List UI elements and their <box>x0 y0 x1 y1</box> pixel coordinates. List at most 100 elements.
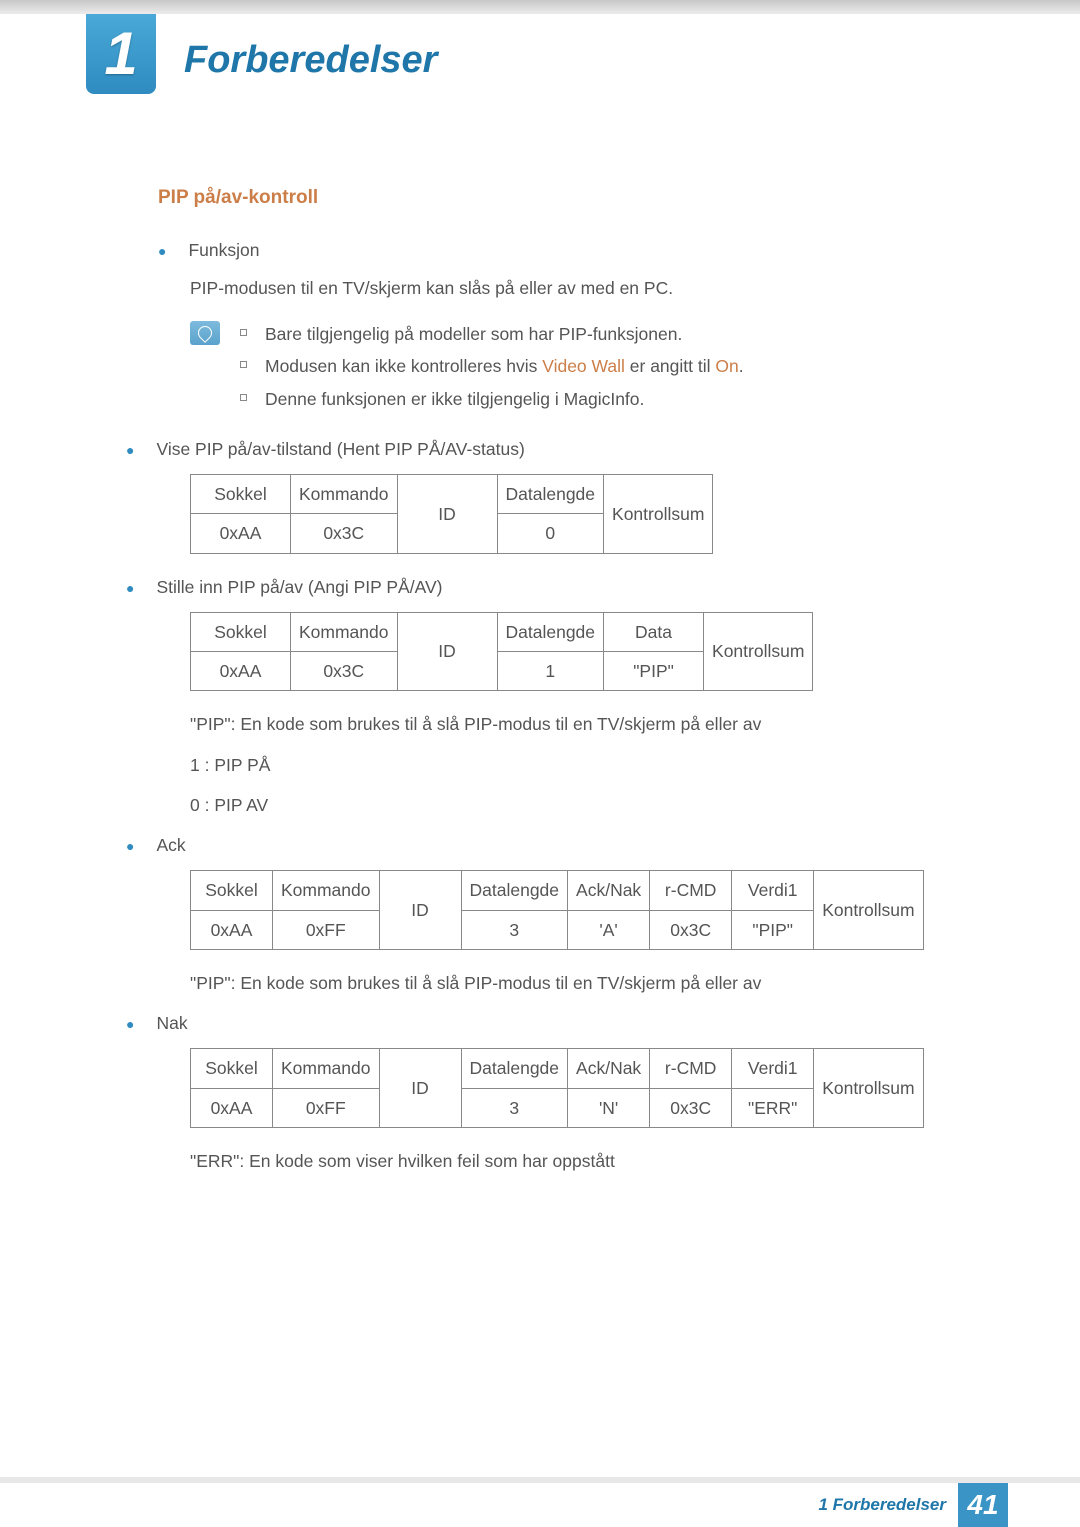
table-row: 0xAA 0xFF 3 'A' 0x3C "PIP" <box>191 910 924 949</box>
note-item-2: Modusen kan ikke kontrolleres hvis Video… <box>240 353 744 379</box>
td-acknak: 'A' <box>568 910 650 949</box>
bullet-dot-icon: ● <box>126 1014 134 1035</box>
chapter-title: Forberedelser <box>184 14 437 89</box>
bullet-nak: ● Nak <box>126 1010 970 1036</box>
th-kontrollsum: Kontrollsum <box>604 475 713 554</box>
note-item-1: Bare tilgjengelig på modeller som har PI… <box>240 321 744 347</box>
th-kontrollsum: Kontrollsum <box>814 871 923 950</box>
td-kommando: 0xFF <box>273 910 380 949</box>
th-kommando: Kommando <box>273 871 380 910</box>
bullet-stille: ● Stille inn PIP på/av (Angi PIP PÅ/AV) <box>126 574 970 600</box>
table-nak: Sokkel Kommando ID Datalengde Ack/Nak r-… <box>190 1048 924 1128</box>
table-row: Sokkel Kommando ID Datalengde Ack/Nak r-… <box>191 871 924 910</box>
n2c: er angitt til <box>625 356 715 376</box>
td-verdi1: "PIP" <box>732 910 814 949</box>
ack-label: Ack <box>156 832 185 858</box>
td-data: "PIP" <box>604 652 704 691</box>
th-rcmd: r-CMD <box>650 871 732 910</box>
th-sokkel: Sokkel <box>191 871 273 910</box>
th-datalengde: Datalengde <box>497 612 604 651</box>
th-datalengde: Datalengde <box>497 475 604 514</box>
td-verdi1: "ERR" <box>732 1088 814 1127</box>
pip-on: 1 : PIP PÅ <box>190 752 970 778</box>
pip-desc: "PIP": En kode som brukes til å slå PIP-… <box>190 711 970 737</box>
bullet-dot-icon: ● <box>126 578 134 599</box>
td-kommando: 0x3C <box>291 514 398 553</box>
bullet-dot-icon: ● <box>126 440 134 461</box>
th-datalengde: Datalengde <box>461 1049 568 1088</box>
th-kommando: Kommando <box>291 612 398 651</box>
vise-text: Vise PIP på/av-tilstand (Hent PIP PÅ/AV-… <box>156 436 524 462</box>
err-desc: "ERR": En kode som viser hvilken feil so… <box>190 1148 970 1174</box>
th-acknak: Ack/Nak <box>568 871 650 910</box>
th-acknak: Ack/Nak <box>568 1049 650 1088</box>
header: 1 Forberedelser <box>0 14 1080 114</box>
n2b: Video Wall <box>542 356 625 376</box>
td-datalengde: 0 <box>497 514 604 553</box>
note-2-text: Modusen kan ikke kontrolleres hvis Video… <box>265 353 744 379</box>
n2e: . <box>739 356 744 376</box>
content: PIP på/av-kontroll ● Funksjon PIP-moduse… <box>0 114 1080 1477</box>
th-datalengde: Datalengde <box>461 871 568 910</box>
bullet-vise: ● Vise PIP på/av-tilstand (Hent PIP PÅ/A… <box>126 436 970 462</box>
note-icon <box>190 321 220 345</box>
footer-text: 1 Forberedelser <box>818 1492 946 1518</box>
section-heading: PIP på/av-kontroll <box>158 184 970 213</box>
th-rcmd: r-CMD <box>650 1049 732 1088</box>
page: 1 Forberedelser PIP på/av-kontroll ● Fun… <box>0 0 1080 1527</box>
td-sokkel: 0xAA <box>191 652 291 691</box>
note-items: Bare tilgjengelig på modeller som har PI… <box>240 321 744 418</box>
td-kommando: 0x3C <box>291 652 398 691</box>
td-acknak: 'N' <box>568 1088 650 1127</box>
th-sokkel: Sokkel <box>191 612 291 651</box>
square-bullet-icon <box>240 394 247 401</box>
table-row: Sokkel Kommando ID Datalengde Ack/Nak r-… <box>191 1049 924 1088</box>
th-id: ID <box>397 475 497 554</box>
th-kontrollsum: Kontrollsum <box>704 612 813 691</box>
table-row: Sokkel Kommando ID Datalengde Data Kontr… <box>191 612 813 651</box>
td-sokkel: 0xAA <box>191 514 291 553</box>
stille-text: Stille inn PIP på/av (Angi PIP PÅ/AV) <box>156 574 442 600</box>
nak-label: Nak <box>156 1010 187 1036</box>
bullet-ack: ● Ack <box>126 832 970 858</box>
td-datalengde: 3 <box>461 1088 568 1127</box>
th-id: ID <box>379 871 461 950</box>
table-row: 0xAA 0xFF 3 'N' 0x3C "ERR" <box>191 1088 924 1127</box>
n2d: On <box>715 356 738 376</box>
td-datalengde: 1 <box>497 652 604 691</box>
footer-page-number: 41 <box>958 1483 1008 1527</box>
pip-off: 0 : PIP AV <box>190 792 970 818</box>
top-band <box>0 0 1080 14</box>
th-id: ID <box>379 1049 461 1128</box>
th-verdi1: Verdi1 <box>732 1049 814 1088</box>
square-bullet-icon <box>240 329 247 336</box>
bullet-dot-icon: ● <box>126 836 134 857</box>
table-get-status: Sokkel Kommando ID Datalengde Kontrollsu… <box>190 474 713 554</box>
td-rcmd: 0x3C <box>650 1088 732 1127</box>
funksjon-desc: PIP-modusen til en TV/skjerm kan slås på… <box>190 275 970 301</box>
note-3-text: Denne funksjonen er ikke tilgjengelig i … <box>265 386 644 412</box>
square-bullet-icon <box>240 361 247 368</box>
footer: 1 Forberedelser 41 <box>0 1477 1080 1527</box>
chapter-number-box: 1 <box>86 14 156 94</box>
td-rcmd: 0x3C <box>650 910 732 949</box>
td-sokkel: 0xAA <box>191 910 273 949</box>
note-block: Bare tilgjengelig på modeller som har PI… <box>190 321 970 418</box>
note-1-text: Bare tilgjengelig på modeller som har PI… <box>265 321 682 347</box>
pip-desc-2: "PIP": En kode som brukes til å slå PIP-… <box>190 970 970 996</box>
bullet-dot-icon: ● <box>158 241 166 262</box>
th-verdi1: Verdi1 <box>732 871 814 910</box>
td-kommando: 0xFF <box>273 1088 380 1127</box>
th-kontrollsum: Kontrollsum <box>814 1049 923 1128</box>
table-row: Sokkel Kommando ID Datalengde Kontrollsu… <box>191 475 713 514</box>
th-kommando: Kommando <box>273 1049 380 1088</box>
td-sokkel: 0xAA <box>191 1088 273 1127</box>
th-sokkel: Sokkel <box>191 1049 273 1088</box>
th-data: Data <box>604 612 704 651</box>
table-set-pip: Sokkel Kommando ID Datalengde Data Kontr… <box>190 612 813 692</box>
n2a: Modusen kan ikke kontrolleres hvis <box>265 356 542 376</box>
table-ack: Sokkel Kommando ID Datalengde Ack/Nak r-… <box>190 870 924 950</box>
note-item-3: Denne funksjonen er ikke tilgjengelig i … <box>240 386 744 412</box>
bullet-funksjon: ● Funksjon <box>158 237 970 263</box>
th-kommando: Kommando <box>291 475 398 514</box>
